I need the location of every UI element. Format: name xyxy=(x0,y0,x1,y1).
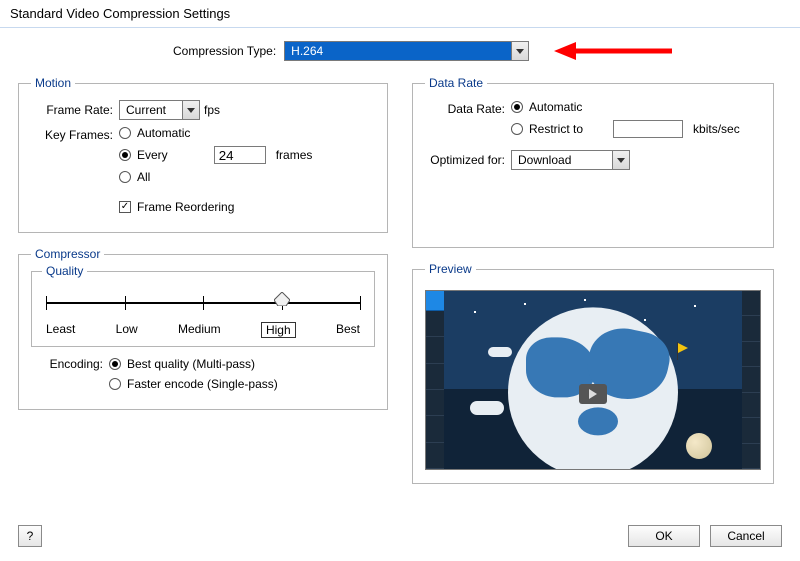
quality-tick-high: High xyxy=(261,322,296,338)
dr-automatic-text: Automatic xyxy=(529,100,582,114)
kf-every-text: Every xyxy=(137,148,168,162)
window-title: Standard Video Compression Settings xyxy=(0,0,800,28)
dr-restrict-input[interactable] xyxy=(613,120,683,138)
kf-every-radio[interactable]: Every frames xyxy=(119,146,312,164)
preview-left-strip xyxy=(426,291,444,469)
key-frames-label: Key Frames: xyxy=(31,126,119,142)
preview-right-strip xyxy=(742,291,760,469)
encoding-fast-radio[interactable]: Faster encode (Single-pass) xyxy=(109,377,278,391)
chevron-down-icon[interactable] xyxy=(612,151,629,169)
data-rate-group: Data Rate Data Rate: Automatic Restrict … xyxy=(412,76,774,248)
quality-slider[interactable] xyxy=(46,290,360,320)
frame-reordering-text: Frame Reordering xyxy=(137,200,234,214)
chevron-down-icon[interactable] xyxy=(182,101,199,119)
data-rate-legend: Data Rate xyxy=(425,76,487,90)
encoding-fast-text: Faster encode (Single-pass) xyxy=(127,377,278,391)
slider-thumb-icon[interactable] xyxy=(274,292,290,306)
quality-tick-low: Low xyxy=(116,322,138,338)
frame-reordering-check[interactable]: Frame Reordering xyxy=(119,200,312,214)
kf-all-text: All xyxy=(137,170,150,184)
dr-automatic-radio[interactable]: Automatic xyxy=(511,100,740,114)
compression-type-label: Compression Type: xyxy=(173,44,276,58)
frame-rate-unit: fps xyxy=(204,103,220,117)
frame-rate-combo[interactable]: Current xyxy=(119,100,200,120)
preview-thumbnail xyxy=(425,290,761,470)
help-button[interactable]: ? xyxy=(18,525,42,547)
optimized-for-combo[interactable]: Download xyxy=(511,150,630,170)
quality-tick-least: Least xyxy=(46,322,75,338)
encoding-best-text: Best quality (Multi-pass) xyxy=(127,357,255,371)
kf-automatic-radio[interactable]: Automatic xyxy=(119,126,312,140)
quality-tick-medium: Medium xyxy=(178,322,221,338)
cloud-icon xyxy=(488,347,512,357)
kf-all-radio[interactable]: All xyxy=(119,170,312,184)
preview-group: Preview xyxy=(412,262,774,484)
encoding-best-radio[interactable]: Best quality (Multi-pass) xyxy=(109,357,278,371)
kf-automatic-text: Automatic xyxy=(137,126,190,140)
compression-type-value: H.264 xyxy=(285,42,511,60)
moon-icon xyxy=(686,433,712,459)
annotation-arrow xyxy=(554,38,674,64)
quality-legend: Quality xyxy=(42,264,87,278)
dr-restrict-text: Restrict to xyxy=(529,122,583,136)
frame-rate-label: Frame Rate: xyxy=(31,103,119,117)
compressor-group: Compressor Quality xyxy=(18,247,388,410)
play-icon[interactable] xyxy=(579,384,607,404)
motion-legend: Motion xyxy=(31,76,75,90)
ok-button[interactable]: OK xyxy=(628,525,700,547)
flag-icon xyxy=(678,343,688,353)
dr-restrict-unit: kbits/sec xyxy=(693,122,740,136)
optimized-for-label: Optimized for: xyxy=(425,153,511,167)
kf-every-input[interactable] xyxy=(214,146,266,164)
encoding-label: Encoding: xyxy=(31,357,109,371)
compression-type-combo[interactable]: H.264 xyxy=(284,41,529,61)
data-rate-label: Data Rate: xyxy=(425,100,511,116)
dr-restrict-radio[interactable]: Restrict to kbits/sec xyxy=(511,120,740,138)
motion-group: Motion Frame Rate: Current fps Key Frame… xyxy=(18,76,388,233)
compressor-legend: Compressor xyxy=(31,247,104,261)
cancel-button[interactable]: Cancel xyxy=(710,525,782,547)
quality-tick-best: Best xyxy=(336,322,360,338)
cloud-icon xyxy=(470,401,504,415)
frame-rate-value: Current xyxy=(120,101,182,119)
optimized-for-value: Download xyxy=(512,151,612,169)
chevron-down-icon[interactable] xyxy=(511,42,528,60)
quality-group: Quality Least Low xyxy=(31,271,375,347)
preview-legend: Preview xyxy=(425,262,476,276)
preview-video-frame xyxy=(444,291,742,469)
kf-every-unit: frames xyxy=(276,148,313,162)
